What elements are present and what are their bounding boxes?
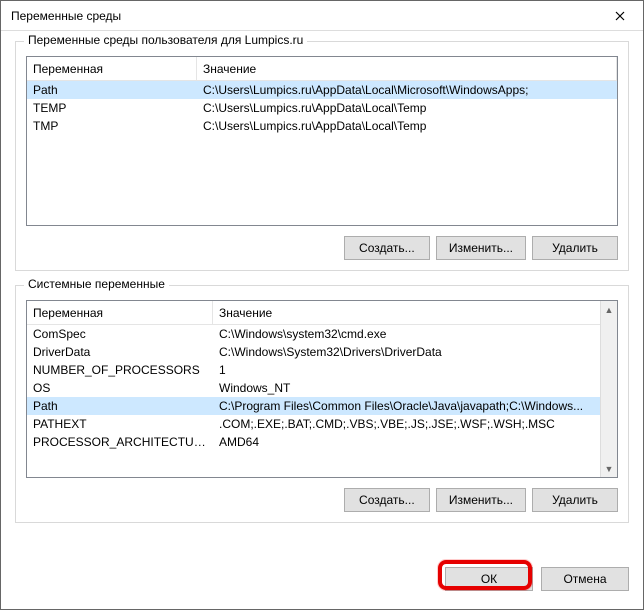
table-row[interactable]: PathC:\Users\Lumpics.ru\AppData\Local\Mi… [27, 81, 617, 99]
col-variable[interactable]: Переменная [27, 57, 197, 81]
env-vars-dialog: Переменные среды Переменные среды пользо… [0, 0, 644, 610]
user-delete-button[interactable]: Удалить [532, 236, 618, 260]
list-header: Переменная Значение [27, 301, 617, 325]
table-row[interactable]: TEMPC:\Users\Lumpics.ru\AppData\Local\Te… [27, 99, 617, 117]
var-name: NUMBER_OF_PROCESSORS [27, 363, 213, 377]
var-value: C:\Program Files\Common Files\Oracle\Jav… [213, 399, 617, 413]
system-vars-group: Системные переменные Переменная Значение… [15, 285, 629, 523]
dialog-content: Переменные среды пользователя для Lumpic… [1, 31, 643, 567]
user-vars-buttons: Создать... Изменить... Удалить [26, 236, 618, 260]
table-row[interactable]: DriverDataC:\Windows\System32\Drivers\Dr… [27, 343, 617, 361]
scroll-down-icon[interactable]: ▼ [601, 460, 617, 477]
var-name: OS [27, 381, 213, 395]
col-value[interactable]: Значение [213, 301, 617, 325]
var-name: TMP [27, 119, 197, 133]
table-row[interactable]: PROCESSOR_ARCHITECTUREAMD64 [27, 433, 617, 451]
var-name: TEMP [27, 101, 197, 115]
col-variable[interactable]: Переменная [27, 301, 213, 325]
var-name: ComSpec [27, 327, 213, 341]
dialog-footer: ОК Отмена [1, 567, 643, 609]
var-value: C:\Windows\system32\cmd.exe [213, 327, 617, 341]
system-delete-button[interactable]: Удалить [532, 488, 618, 512]
scrollbar[interactable]: ▲ ▼ [600, 301, 617, 477]
var-value: C:\Windows\System32\Drivers\DriverData [213, 345, 617, 359]
list-header: Переменная Значение [27, 57, 617, 81]
var-name: Path [27, 399, 213, 413]
var-name: PATHEXT [27, 417, 213, 431]
col-value[interactable]: Значение [197, 57, 617, 81]
var-name: PROCESSOR_ARCHITECTURE [27, 435, 213, 449]
table-row[interactable]: NUMBER_OF_PROCESSORS1 [27, 361, 617, 379]
var-value: AMD64 [213, 435, 617, 449]
window-title: Переменные среды [11, 9, 121, 23]
system-create-button[interactable]: Создать... [344, 488, 430, 512]
var-value: Windows_NT [213, 381, 617, 395]
ok-button[interactable]: ОК [445, 567, 533, 591]
var-name: Path [27, 83, 197, 97]
user-edit-button[interactable]: Изменить... [436, 236, 526, 260]
table-row[interactable]: TMPC:\Users\Lumpics.ru\AppData\Local\Tem… [27, 117, 617, 135]
cancel-button[interactable]: Отмена [541, 567, 629, 591]
var-value: C:\Users\Lumpics.ru\AppData\Local\Temp [197, 119, 617, 133]
var-value: C:\Users\Lumpics.ru\AppData\Local\Temp [197, 101, 617, 115]
titlebar: Переменные среды [1, 1, 643, 31]
user-create-button[interactable]: Создать... [344, 236, 430, 260]
system-edit-button[interactable]: Изменить... [436, 488, 526, 512]
system-vars-list[interactable]: Переменная Значение ComSpecC:\Windows\sy… [26, 300, 618, 478]
system-vars-buttons: Создать... Изменить... Удалить [26, 488, 618, 512]
user-vars-group: Переменные среды пользователя для Lumpic… [15, 41, 629, 271]
system-vars-legend: Системные переменные [24, 277, 169, 291]
var-value: C:\Users\Lumpics.ru\AppData\Local\Micros… [197, 83, 617, 97]
user-vars-legend: Переменные среды пользователя для Lumpic… [24, 33, 307, 47]
table-row[interactable]: PathC:\Program Files\Common Files\Oracle… [27, 397, 617, 415]
var-name: DriverData [27, 345, 213, 359]
table-row[interactable]: OSWindows_NT [27, 379, 617, 397]
table-row[interactable]: PATHEXT.COM;.EXE;.BAT;.CMD;.VBS;.VBE;.JS… [27, 415, 617, 433]
close-icon[interactable] [597, 1, 643, 31]
var-value: .COM;.EXE;.BAT;.CMD;.VBS;.VBE;.JS;.JSE;.… [213, 417, 617, 431]
user-vars-list[interactable]: Переменная Значение PathC:\Users\Lumpics… [26, 56, 618, 226]
table-row[interactable]: ComSpecC:\Windows\system32\cmd.exe [27, 325, 617, 343]
scroll-up-icon[interactable]: ▲ [601, 301, 617, 318]
var-value: 1 [213, 363, 617, 377]
